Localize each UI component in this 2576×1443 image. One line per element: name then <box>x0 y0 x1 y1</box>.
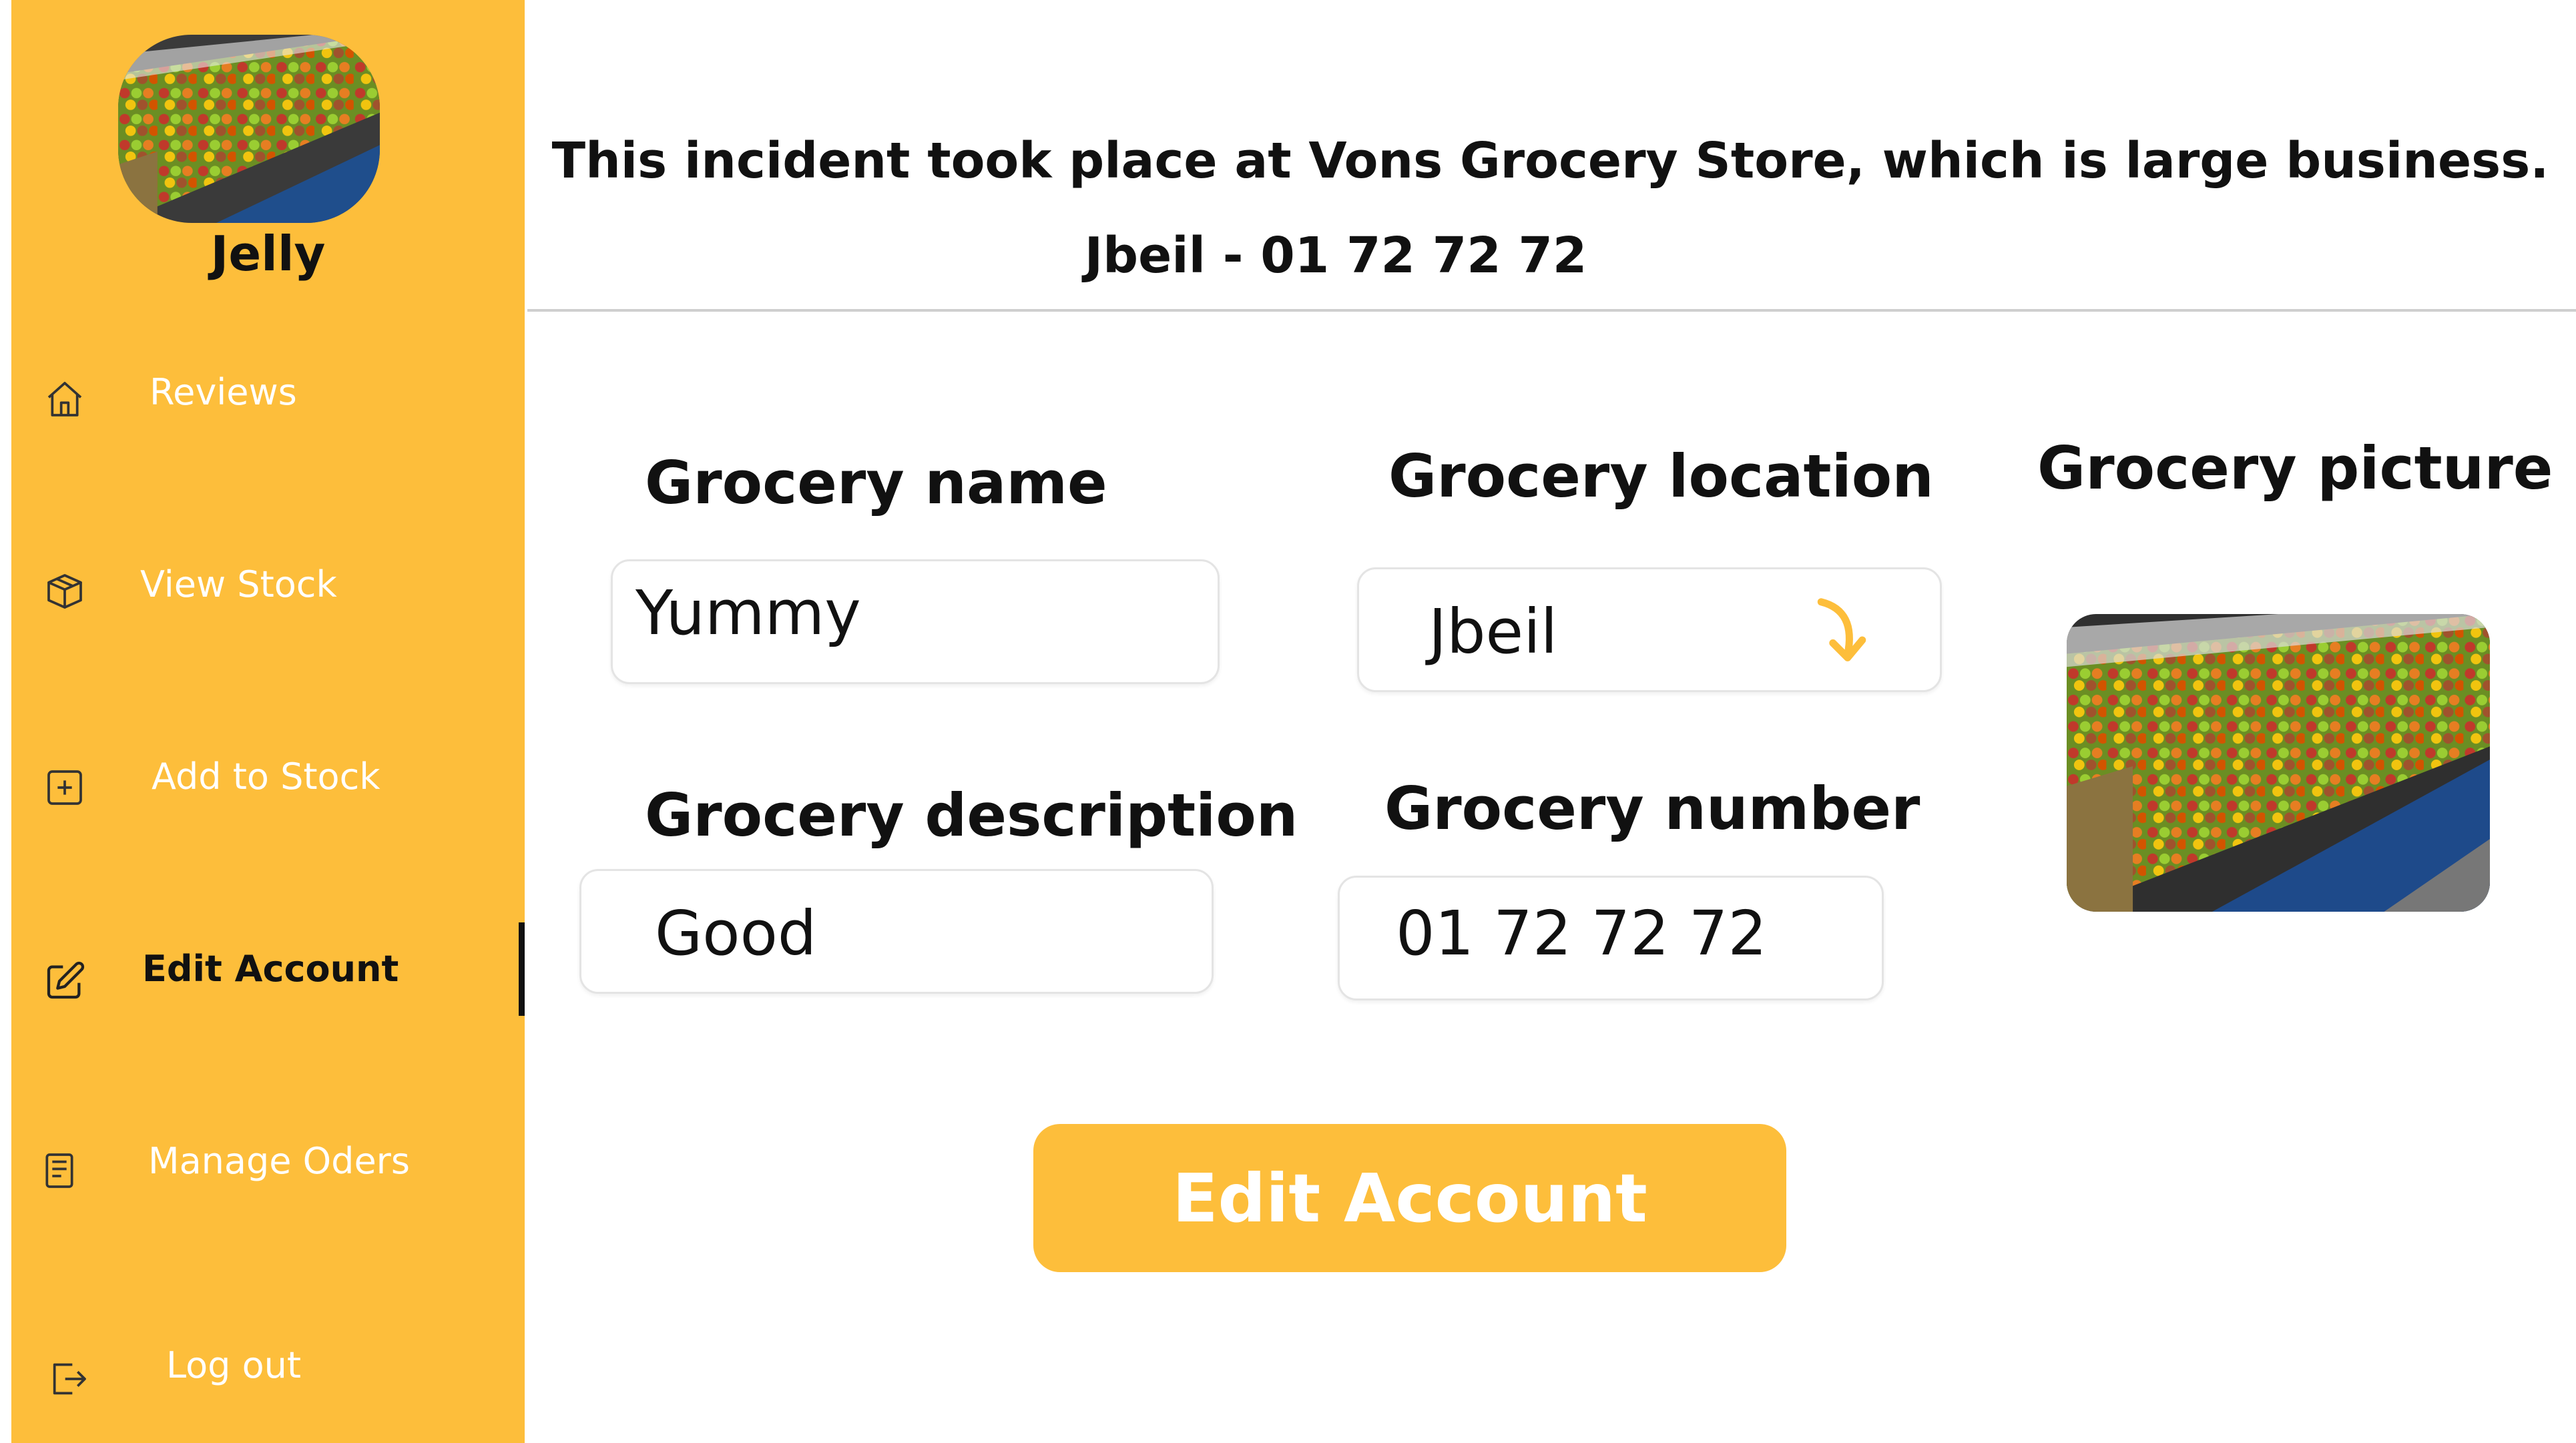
sidebar-item-label: Manage Oders <box>148 1140 411 1182</box>
page-subtitle: Jbeil - 01 72 72 72 <box>1084 227 1587 284</box>
grocery-number-field[interactable]: 01 72 72 72 <box>1338 876 1884 1000</box>
header-divider <box>527 309 2576 312</box>
edit-icon <box>43 960 86 1002</box>
store-avatar <box>118 35 380 223</box>
sidebar-item-label: Add to Stock <box>152 756 380 798</box>
grocery-description-label: Grocery description <box>645 781 1298 850</box>
sidebar-item-view-stock[interactable]: View Stock <box>11 546 525 626</box>
sidebar-item-label: View Stock <box>140 563 337 605</box>
grocery-name-field[interactable]: Yummy <box>611 559 1220 684</box>
grocery-location-value: Jbeil <box>1429 596 1558 667</box>
plus-square-icon <box>43 766 86 809</box>
sidebar-item-add-to-stock[interactable]: Add to Stock <box>11 738 525 818</box>
home-icon <box>43 378 86 420</box>
grocery-location-label: Grocery location <box>1388 442 1934 511</box>
grocery-name-label: Grocery name <box>645 449 1107 517</box>
grocery-location-select[interactable]: Jbeil <box>1357 567 1942 692</box>
edit-account-button[interactable]: Edit Account <box>1033 1124 1786 1272</box>
grocery-description-value: Good <box>655 898 817 969</box>
sidebar-item-logout[interactable]: Log out <box>11 1327 525 1407</box>
sidebar-item-edit-account[interactable]: Edit Account <box>11 930 525 1011</box>
clipboard-icon <box>38 1149 81 1192</box>
sidebar-item-label: Reviews <box>150 371 297 413</box>
grocery-description-field[interactable]: Good <box>579 869 1214 994</box>
grocery-picture-label: Grocery picture <box>2037 434 2553 503</box>
chevron-down-icon[interactable] <box>1812 596 1872 669</box>
grocery-number-value: 01 72 72 72 <box>1396 898 1767 969</box>
grocery-name-value: Yummy <box>635 577 861 649</box>
sidebar-item-label: Edit Account <box>142 948 399 990</box>
logout-icon <box>47 1358 90 1400</box>
box-icon <box>43 570 86 613</box>
page-title: This incident took place at Vons Grocery… <box>551 132 2549 190</box>
active-indicator <box>519 922 525 1016</box>
sidebar-item-manage-orders[interactable]: Manage Oders <box>11 1123 525 1203</box>
grocery-number-label: Grocery number <box>1384 774 1920 843</box>
sidebar-item-label: Log out <box>166 1344 302 1386</box>
grocery-picture[interactable] <box>2067 614 2490 912</box>
brand-name: Jelly <box>210 226 326 282</box>
sidebar-item-reviews[interactable]: Reviews <box>11 354 525 434</box>
